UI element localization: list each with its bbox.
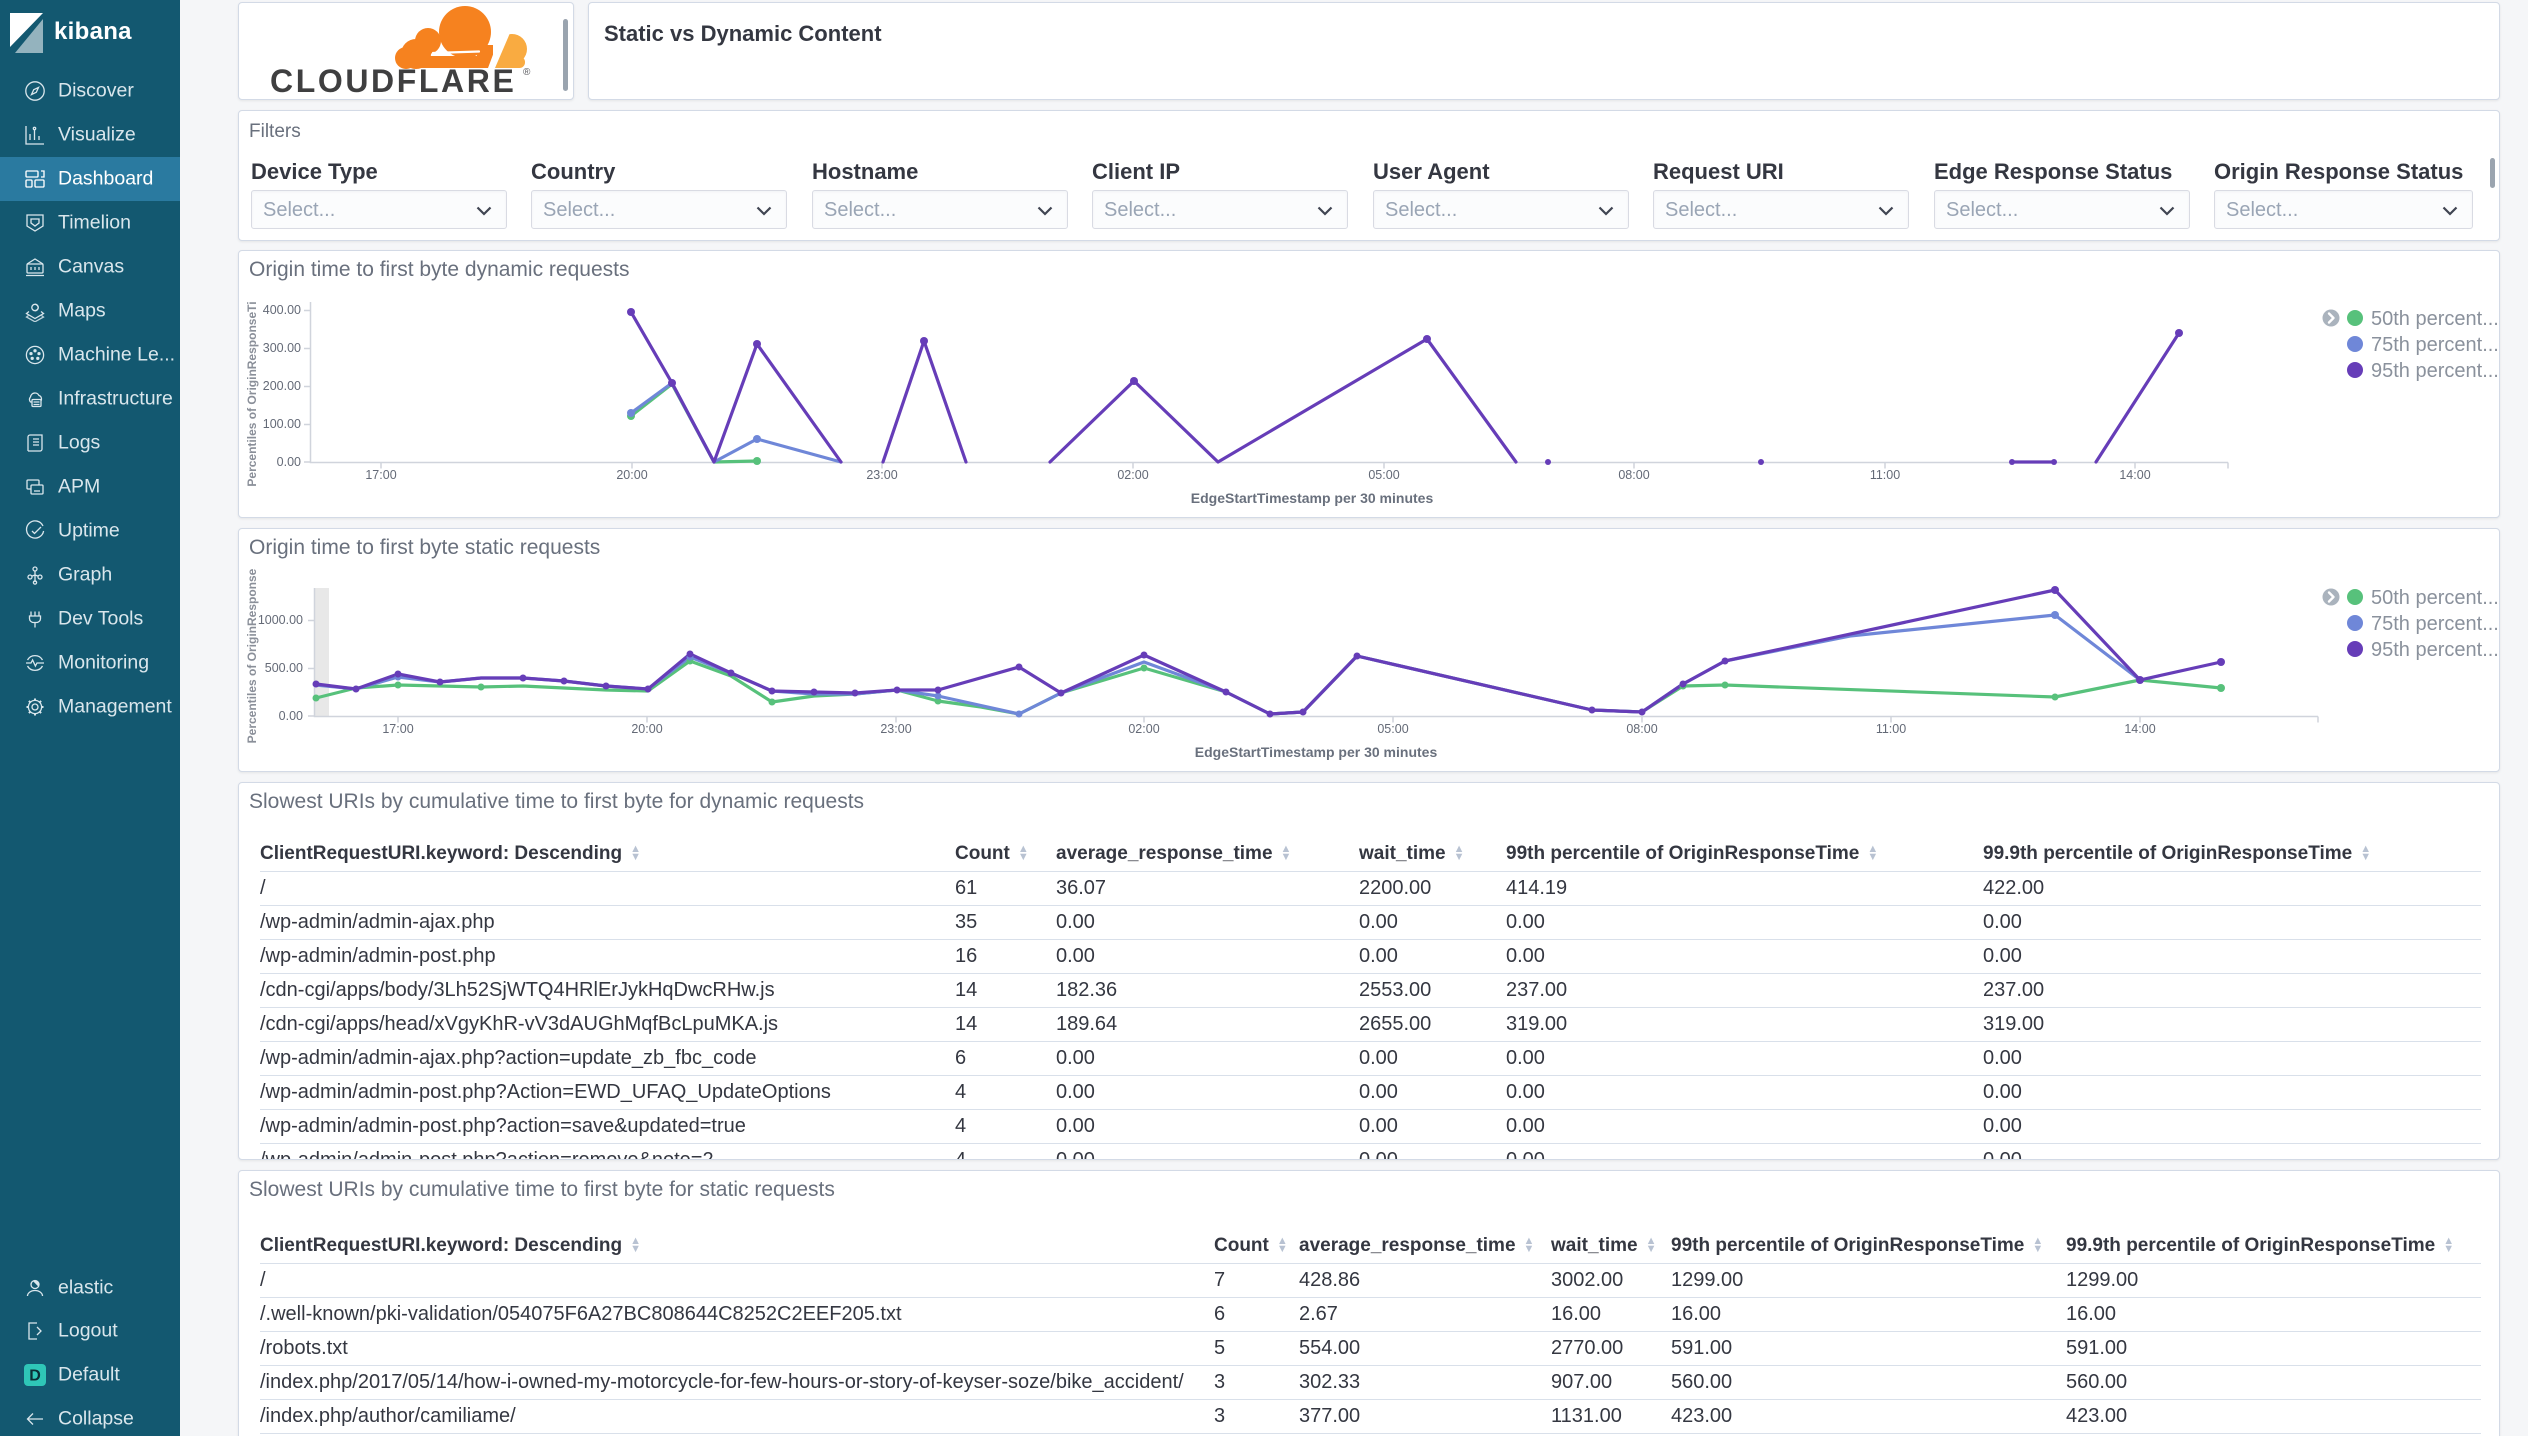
svg-text:®: ® bbox=[523, 67, 531, 78]
svg-text:CLOUDFLARE: CLOUDFLARE bbox=[270, 63, 516, 99]
svg-text:D: D bbox=[29, 1368, 41, 1385]
